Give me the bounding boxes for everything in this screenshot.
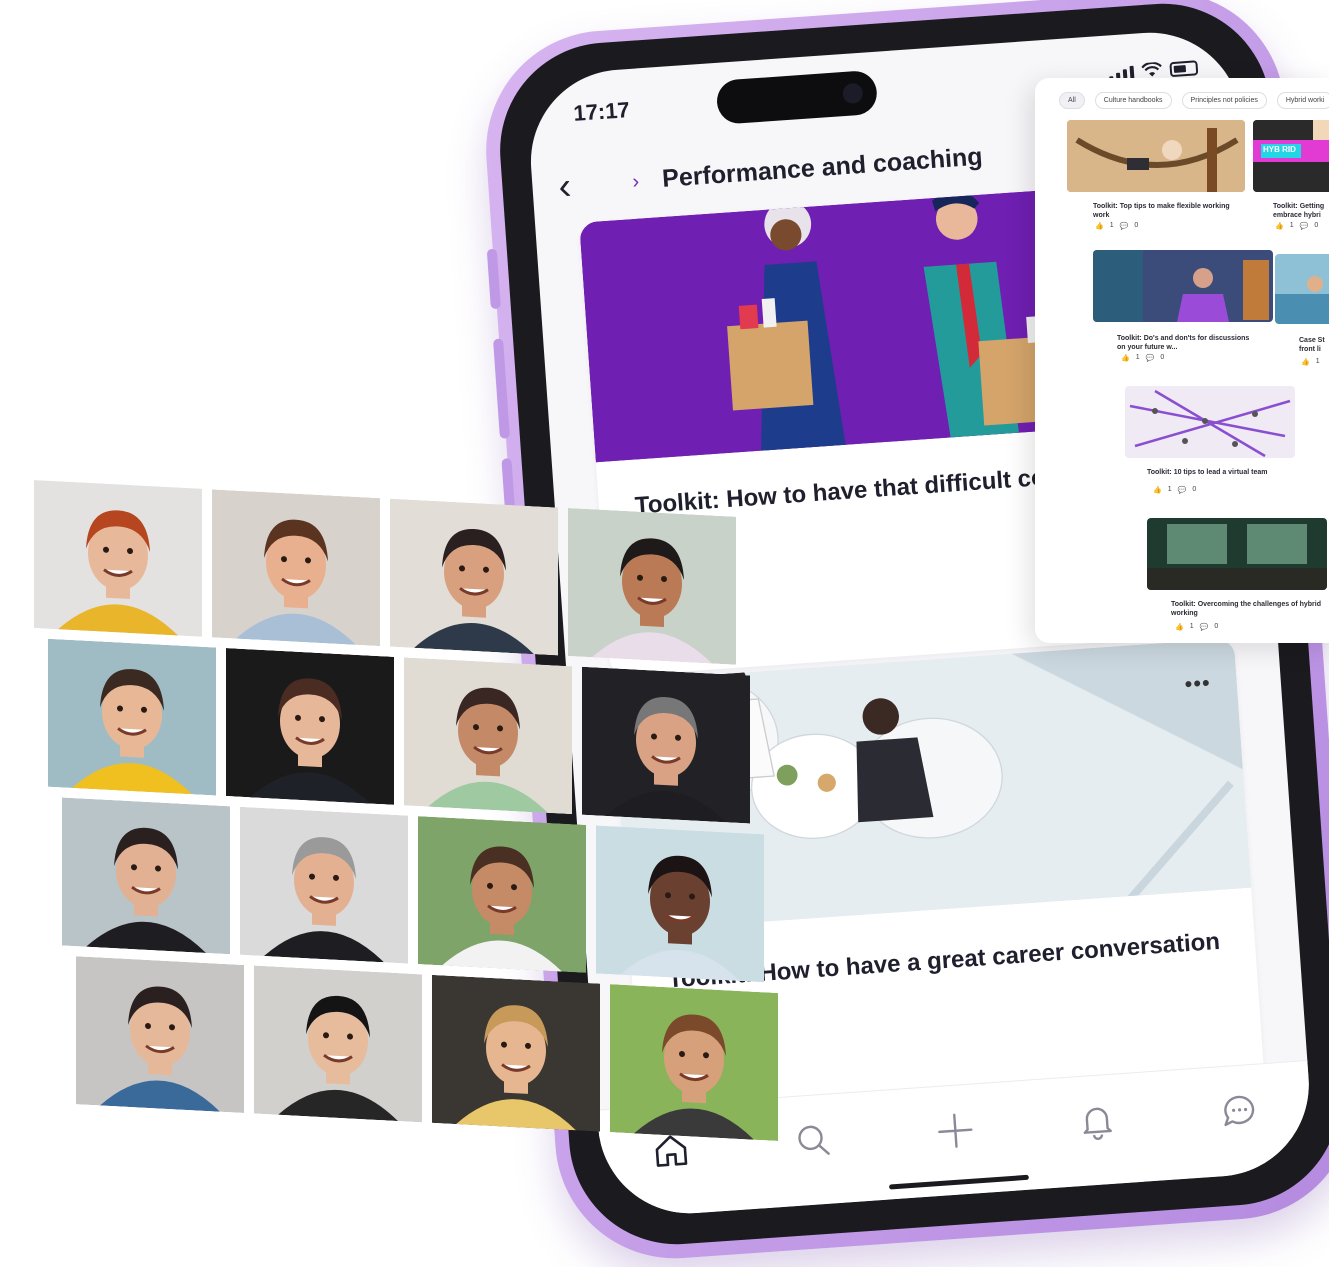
portrait-photo: [254, 965, 422, 1123]
library-tile-caption[interactable]: Toolkit: Top tips to make flexible worki…: [1093, 202, 1233, 220]
like-count: 1: [1315, 358, 1320, 365]
camera-icon: [842, 82, 864, 105]
comment-count: 0: [1314, 222, 1319, 229]
tab-create[interactable]: [929, 1104, 982, 1157]
like-count: 1: [1135, 354, 1140, 361]
portrait-photo: [390, 498, 558, 656]
library-tile-caption[interactable]: Toolkit: Getting embrace hybri: [1273, 202, 1329, 220]
hybrid-sign-text: HYB RID: [1263, 145, 1296, 154]
battery-icon: [1169, 59, 1199, 77]
portrait-photo: [212, 489, 380, 647]
portrait-photo: [62, 797, 230, 955]
library-tile-meta: 👍 1 💬 0: [1275, 222, 1318, 230]
chat-icon: [1223, 1095, 1254, 1127]
status-time: 17:17: [572, 97, 631, 126]
tab-messages[interactable]: [1213, 1084, 1266, 1137]
like-icon: 👍: [1153, 487, 1162, 494]
dynamic-island: [715, 69, 879, 125]
like-icon: 👍: [1301, 359, 1310, 366]
library-tile-caption[interactable]: Toolkit: Do's and don'ts for discussions…: [1117, 334, 1257, 352]
like-count: 1: [1109, 222, 1114, 229]
back-chevron-icon[interactable]: ‹: [557, 165, 573, 209]
library-tile-image[interactable]: HYB RID: [1253, 120, 1329, 192]
comment-icon: 💬: [1145, 355, 1155, 362]
like-count: 1: [1289, 222, 1294, 229]
more-options-icon[interactable]: •••: [1184, 670, 1212, 698]
chip-hybrid[interactable]: Hybrid worki: [1276, 92, 1329, 109]
portrait-photo: [418, 816, 586, 973]
comment-count: 0: [1160, 354, 1165, 361]
portrait-photo: [582, 666, 750, 824]
portrait-photo: [76, 956, 244, 1114]
tab-notifications[interactable]: [1071, 1094, 1124, 1147]
like-icon: 👍: [1121, 355, 1130, 362]
library-tile-meta: 👍 1 💬 0: [1121, 354, 1164, 362]
content-library-panel: All Culture handbooks Principles not pol…: [1035, 78, 1329, 643]
portrait-photo: [34, 480, 202, 637]
portrait-photo: [432, 974, 600, 1132]
library-tile-meta: 👍 1: [1301, 358, 1320, 366]
plus-icon: [938, 1113, 973, 1148]
library-tile-image[interactable]: [1147, 518, 1327, 590]
comment-count: 0: [1192, 486, 1197, 493]
like-icon: 👍: [1175, 624, 1184, 631]
portrait-photo: [568, 507, 736, 665]
comment-icon: 💬: [1119, 223, 1129, 230]
like-icon: 👍: [1275, 223, 1284, 230]
library-tile-meta: 👍 1 💬 0: [1153, 486, 1196, 494]
people-photo-collage: [34, 480, 824, 1191]
library-tile-image[interactable]: [1275, 254, 1329, 324]
breadcrumb-chevron-icon: ›: [631, 170, 640, 193]
portrait-photo: [226, 648, 394, 805]
library-tile-image[interactable]: [1125, 386, 1295, 458]
library-tile-caption[interactable]: Toolkit: 10 tips to lead a virtual team: [1147, 468, 1317, 477]
chip-principles[interactable]: Principles not policies: [1181, 92, 1267, 109]
portrait-photo: [404, 657, 572, 815]
like-count: 1: [1167, 486, 1172, 493]
portrait-photo: [596, 825, 764, 983]
comment-count: 0: [1134, 222, 1139, 229]
library-tile-image[interactable]: [1067, 120, 1245, 192]
library-tile-meta: 👍 1 💬 0: [1175, 623, 1218, 631]
bell-icon: [1083, 1107, 1113, 1140]
chip-all[interactable]: All: [1059, 92, 1085, 109]
comment-icon: 💬: [1177, 487, 1187, 494]
chip-culture-handbooks[interactable]: Culture handbooks: [1094, 92, 1172, 109]
portrait-photo: [48, 638, 216, 796]
portrait-photo: [610, 984, 778, 1141]
library-tile-caption[interactable]: Case St front li: [1299, 336, 1329, 354]
page-title: Performance and coaching: [661, 142, 984, 193]
filter-chips: All Culture handbooks Principles not pol…: [1059, 92, 1329, 109]
comment-count: 0: [1214, 623, 1219, 630]
portrait-photo: [240, 806, 408, 964]
comment-icon: 💬: [1299, 223, 1309, 230]
wifi-icon: [1141, 61, 1162, 77]
home-indicator: [888, 1174, 1029, 1190]
library-tile-meta: 👍 1 💬 0: [1095, 222, 1138, 230]
like-count: 1: [1189, 623, 1194, 630]
comment-icon: 💬: [1199, 624, 1209, 631]
like-icon: 👍: [1095, 223, 1104, 230]
library-tile-caption[interactable]: Toolkit: Overcoming the challenges of hy…: [1171, 600, 1321, 618]
library-tile-image[interactable]: [1093, 250, 1273, 322]
